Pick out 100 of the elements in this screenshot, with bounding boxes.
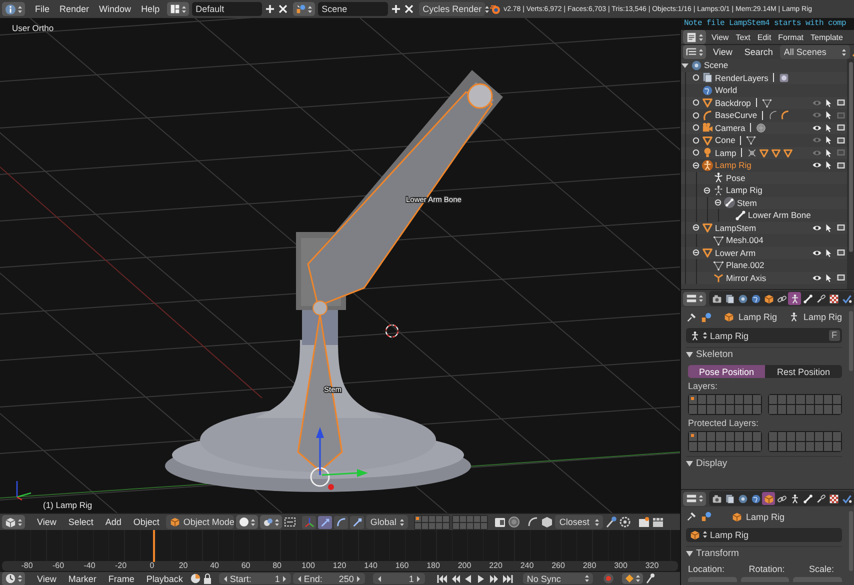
layer-toggle[interactable] — [726, 442, 734, 451]
layer-toggle[interactable] — [698, 405, 706, 414]
scene-field[interactable]: Scene — [318, 2, 388, 16]
layer-toggle[interactable] — [707, 395, 716, 404]
snap-target-dropdown[interactable]: Closest — [555, 515, 604, 529]
expand-toggle-icon[interactable] — [692, 73, 700, 82]
render-camera-icon[interactable] — [836, 123, 846, 132]
screen-picker-button[interactable] — [166, 2, 189, 16]
menu-item[interactable]: Search — [739, 47, 778, 57]
scene-tab[interactable] — [736, 492, 749, 505]
layer-toggle[interactable] — [453, 522, 460, 528]
layer-toggle[interactable] — [814, 405, 823, 414]
translate-manipulator-button[interactable] — [318, 516, 332, 528]
mesh-object-icon[interactable] — [771, 148, 782, 158]
menu-item[interactable]: Frame — [103, 574, 140, 584]
menu-item[interactable]: Template — [807, 32, 846, 42]
menu-item[interactable]: View — [32, 517, 62, 527]
menu-item[interactable]: Edit — [754, 32, 775, 42]
increment-arrow-icon[interactable] — [356, 574, 361, 582]
panel-title[interactable]: Skeleton — [696, 349, 733, 360]
expand-toggle-icon[interactable] — [692, 123, 700, 132]
expand-toggle-icon[interactable] — [714, 198, 722, 208]
select-arrow-icon[interactable] — [824, 98, 834, 108]
menu-item[interactable]: Help — [136, 4, 165, 14]
layer-toggle[interactable] — [814, 442, 823, 451]
layer-toggle[interactable] — [422, 522, 428, 528]
menu-item[interactable]: Select — [63, 517, 98, 527]
menu-item[interactable]: Text — [732, 32, 754, 42]
world-tab[interactable] — [749, 492, 762, 505]
object-tab[interactable] — [762, 292, 775, 305]
increment-arrow-icon[interactable] — [282, 574, 287, 582]
layer-toggle[interactable] — [481, 516, 488, 522]
layer-toggle[interactable] — [769, 395, 778, 404]
panel-title[interactable]: Transform — [696, 548, 739, 560]
select-arrow-icon[interactable] — [824, 272, 834, 283]
layer-toggle[interactable] — [429, 516, 436, 522]
number-field[interactable] — [793, 577, 842, 582]
lock-camera-icon[interactable] — [494, 516, 506, 528]
keying-set-dropdown[interactable] — [622, 573, 643, 584]
fake-user-button[interactable]: F — [828, 330, 840, 341]
layer-toggle[interactable] — [796, 395, 804, 404]
layer-toggle[interactable] — [744, 395, 752, 404]
editor-type-button[interactable] — [683, 492, 706, 506]
proportional-edit-icon[interactable] — [527, 516, 540, 528]
expand-toggle-icon[interactable] — [692, 148, 700, 158]
add-icon[interactable] — [390, 4, 401, 14]
layer-toggle[interactable] — [824, 432, 832, 441]
auto-keying-icon[interactable] — [190, 573, 201, 584]
outliner-item[interactable]: Backdrop — [715, 98, 751, 108]
layer-toggle[interactable] — [415, 516, 422, 522]
axes-manipulator-button[interactable] — [302, 516, 316, 528]
layer-toggle[interactable] — [778, 405, 786, 414]
expand-toggle-icon[interactable] — [692, 110, 700, 120]
render-layer-icon[interactable] — [779, 72, 790, 83]
close-icon[interactable] — [404, 4, 414, 14]
snap-align-icon[interactable] — [605, 516, 618, 528]
lock-icon[interactable] — [202, 573, 212, 584]
render-camera-icon[interactable] — [836, 273, 846, 282]
select-arrow-icon[interactable] — [824, 222, 834, 233]
layer-toggle[interactable] — [787, 442, 796, 451]
layer-toggle[interactable] — [436, 522, 442, 528]
scrollbar[interactable] — [847, 59, 854, 289]
decrement-arrow-icon[interactable] — [296, 574, 301, 582]
layer-toggle[interactable] — [824, 442, 832, 451]
layer-toggle[interactable] — [422, 516, 428, 522]
expand-toggle-icon[interactable] — [692, 223, 700, 232]
mesh-data-icon[interactable] — [762, 98, 772, 108]
outliner-item[interactable]: Lamp Rig — [726, 185, 762, 196]
playhead[interactable] — [152, 530, 155, 562]
layer-toggle[interactable] — [832, 442, 841, 451]
editor-type-button[interactable] — [683, 45, 706, 59]
editor-type-button[interactable] — [683, 30, 706, 44]
select-arrow-icon[interactable] — [824, 248, 834, 258]
menu-item[interactable]: Marker — [63, 574, 102, 584]
render-camera-icon[interactable] — [836, 248, 846, 258]
jump-end-icon[interactable] — [502, 574, 513, 584]
lamp-data-icon[interactable] — [747, 148, 758, 158]
scene-tab[interactable] — [736, 292, 749, 305]
snap-project-icon[interactable] — [619, 516, 632, 528]
screen-picker-button[interactable] — [292, 2, 315, 16]
layer-toggle[interactable] — [716, 442, 724, 451]
layer-toggle[interactable] — [707, 442, 716, 451]
display-mode-dropdown[interactable]: All Scenes — [780, 45, 850, 59]
outliner-item[interactable]: Cone — [715, 135, 736, 146]
layer-toggle[interactable] — [744, 432, 752, 441]
bone-tab[interactable] — [801, 492, 814, 505]
layer-toggle[interactable] — [734, 432, 743, 441]
layer-toggle[interactable] — [467, 522, 474, 528]
layer-toggle[interactable] — [716, 405, 724, 414]
mode-dropdown[interactable]: Object Mode — [166, 515, 234, 529]
layer-toggle[interactable] — [698, 432, 706, 441]
layer-toggle[interactable] — [806, 405, 814, 414]
layer-toggle[interactable] — [832, 432, 841, 441]
render-camera-icon[interactable] — [836, 160, 846, 170]
curve-object-icon[interactable] — [780, 110, 790, 120]
layer-toggle[interactable] — [474, 522, 480, 528]
menu-item[interactable]: Format — [774, 32, 808, 42]
layer-toggle[interactable] — [716, 432, 724, 441]
menu-item[interactable]: File — [30, 4, 55, 14]
render-camera-icon[interactable] — [836, 223, 846, 232]
